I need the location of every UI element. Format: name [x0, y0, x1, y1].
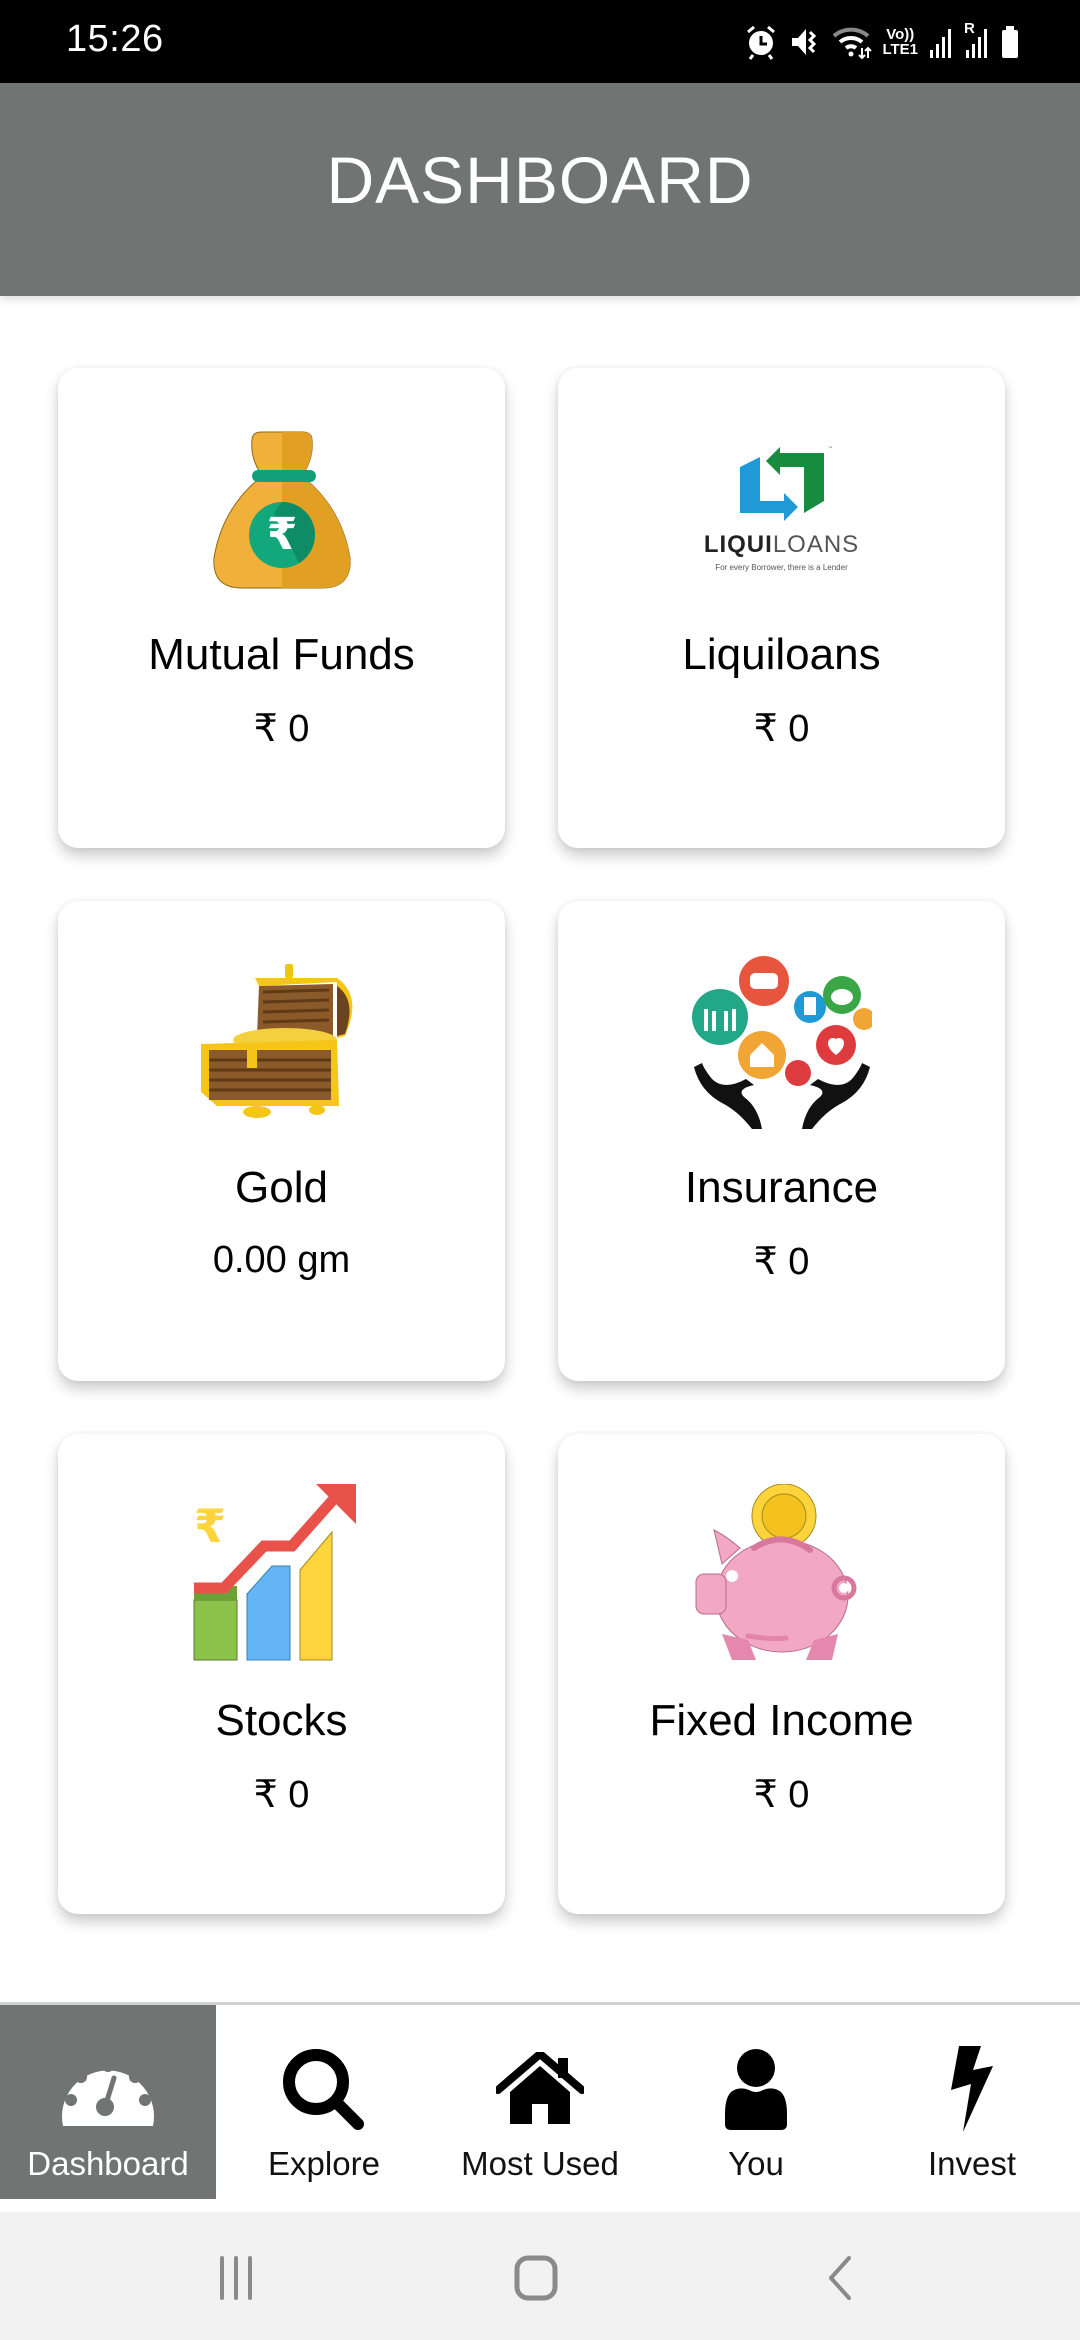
insurance-hands-icon: [558, 951, 1005, 1131]
card-value: ₹ 0: [753, 708, 810, 750]
liquiloans-logo: ™ LIQUILOANS For every Borrower, there i…: [703, 445, 860, 572]
home-outline-icon: [514, 2255, 558, 2306]
card-stocks[interactable]: ₹ Stocks ₹ 0: [58, 1434, 505, 1914]
nav-item-invest[interactable]: Invest: [864, 2005, 1080, 2199]
user-icon: [706, 2045, 806, 2135]
card-value: 0.00 gm: [212, 1239, 351, 1281]
volte-lte-icon: Vo)) LTE1: [882, 26, 918, 58]
system-nav-bar: [0, 2212, 1080, 2340]
back-button[interactable]: [810, 2250, 870, 2310]
nav-label: Invest: [927, 2145, 1017, 2182]
lightning-icon: [922, 2045, 1022, 2135]
stocks-growth-chart-icon: ₹: [58, 1484, 505, 1664]
nav-item-explore[interactable]: Explore: [216, 2005, 432, 2199]
wifi-icon: [832, 22, 873, 62]
recent-apps-icon: [216, 2255, 256, 2305]
bottom-nav: Dashboard Explore Most Used You Invest: [0, 2002, 1080, 2199]
vibrate-icon: [788, 22, 822, 62]
card-value: ₹ 0: [253, 708, 310, 750]
signal-roaming-icon: R: [964, 20, 990, 62]
card-value: ₹ 0: [753, 1774, 810, 1816]
nav-label: Most Used: [461, 2145, 619, 2182]
money-bag-icon: ₹: [58, 418, 505, 598]
card-label: Liquiloans: [682, 630, 881, 679]
card-mutual-funds[interactable]: ₹ Mutual Funds ₹ 0: [58, 368, 505, 848]
page-title: DASHBOARD: [326, 142, 754, 217]
status-time: 15:26: [66, 18, 164, 60]
alarm-icon: [744, 22, 778, 62]
recent-apps-button[interactable]: [206, 2250, 266, 2310]
nav-item-dashboard[interactable]: Dashboard: [0, 2005, 216, 2199]
app-header: DASHBOARD: [0, 83, 1080, 296]
treasure-chest-icon: [58, 951, 505, 1131]
piggy-bank-icon: [558, 1484, 1005, 1664]
nav-label: Dashboard: [27, 2145, 189, 2182]
card-label: Stocks: [215, 1696, 348, 1745]
card-label: Gold: [235, 1163, 328, 1212]
nav-label: You: [728, 2145, 784, 2182]
back-chevron-icon: [825, 2255, 855, 2306]
svg-text:™: ™: [828, 446, 832, 453]
svg-text:₹: ₹: [266, 509, 297, 560]
card-value: ₹ 0: [753, 1241, 810, 1283]
svg-text:₹: ₹: [194, 1499, 226, 1553]
card-fixed-income[interactable]: Fixed Income ₹ 0: [558, 1434, 1005, 1914]
status-bar: 15:26 Vo)) LTE1 R: [0, 0, 1080, 83]
search-icon: [274, 2045, 374, 2135]
card-insurance[interactable]: Insurance ₹ 0: [558, 901, 1005, 1381]
card-gold[interactable]: Gold 0.00 gm: [58, 901, 505, 1381]
card-label: Fixed Income: [649, 1696, 914, 1745]
card-label: Insurance: [684, 1163, 879, 1212]
nav-item-you[interactable]: You: [648, 2005, 864, 2199]
home-icon: [490, 2045, 590, 2135]
card-label: Mutual Funds: [148, 630, 415, 679]
card-liquiloans[interactable]: ™ LIQUILOANS For every Borrower, there i…: [558, 368, 1005, 848]
battery-icon: [1000, 22, 1020, 62]
nav-item-most-used[interactable]: Most Used: [432, 2005, 648, 2199]
home-button[interactable]: [506, 2250, 566, 2310]
nav-label: Explore: [268, 2145, 380, 2182]
status-icons: Vo)) LTE1 R: [744, 20, 1020, 62]
card-value: ₹ 0: [253, 1774, 310, 1816]
speedometer-icon: [58, 2045, 158, 2135]
signal-icon: [928, 22, 954, 62]
